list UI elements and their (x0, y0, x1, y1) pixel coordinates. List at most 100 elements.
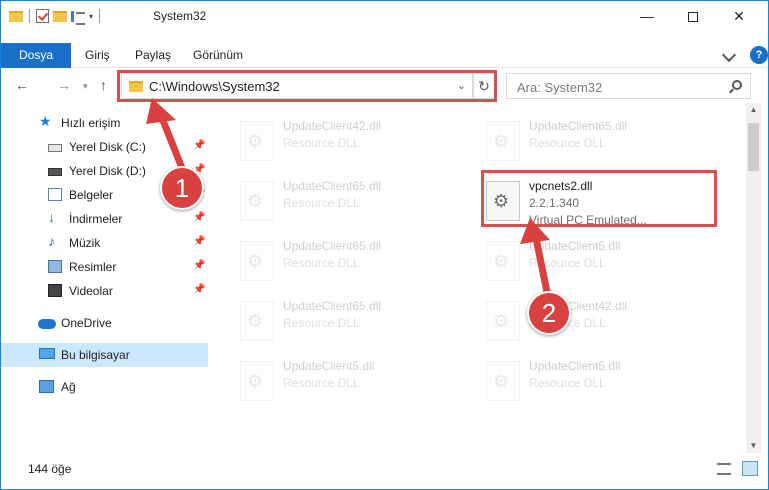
pin-icon: 📌 (193, 212, 206, 223)
pin-icon: 📌 (193, 236, 206, 247)
tab-view[interactable]: Görünüm (193, 43, 243, 68)
file-name: UpdateClient5.dll (529, 359, 621, 373)
sidebar-item-label: Ağ (61, 380, 76, 394)
close-button[interactable]: ✕ (716, 1, 762, 31)
pin-icon: 📌 (193, 284, 206, 295)
sidebar-item-label: Belgeler (69, 188, 114, 202)
scroll-down-icon[interactable]: ▼ (746, 439, 761, 453)
file-tile[interactable]: UpdateClient5.dll Resource DLL (212, 351, 457, 409)
file-name: UpdateClient42.dll (283, 119, 382, 133)
window-title: System32 (153, 9, 207, 23)
onedrive-icon (38, 319, 56, 329)
file-tile[interactable]: UpdateClient42.dll Resource DLL (212, 111, 457, 169)
file-highlight (481, 170, 717, 227)
sidebar-item-downloads[interactable]: ↓ İndirmeler 📌 (1, 207, 208, 231)
properties-icon[interactable] (71, 10, 85, 25)
file-name: UpdateClient65.dll (283, 299, 382, 313)
search-box[interactable]: Ara: System32 (506, 73, 751, 99)
folder-icon (9, 10, 23, 22)
tab-share[interactable]: Paylaş (135, 43, 171, 68)
scroll-up-icon[interactable]: ▲ (746, 103, 761, 117)
file-type: Resource DLL (283, 316, 360, 330)
maximize-icon (688, 12, 698, 23)
dll-file-icon (486, 301, 520, 341)
help-button[interactable]: ? (750, 46, 768, 64)
forward-button[interactable]: → (57, 77, 71, 93)
video-icon (48, 284, 62, 297)
dll-file-icon (240, 361, 274, 401)
sidebar-item-local-disk-c[interactable]: Yerel Disk (C:) 📌 (1, 135, 208, 159)
sidebar-item-label: Müzik (69, 236, 101, 250)
back-button[interactable]: ← (15, 77, 29, 93)
documents-icon (48, 188, 62, 201)
file-tile[interactable]: UpdateClient65.dll Resource DLL (212, 171, 457, 229)
file-tile[interactable]: UpdateClient5.dll Resource DLL (458, 351, 703, 409)
sidebar-item-label: Yerel Disk (C:) (69, 140, 146, 154)
sidebar-item-quick-access[interactable]: ★ Hızlı erişim (1, 111, 208, 135)
star-icon: ★ (39, 113, 52, 129)
up-button[interactable]: ↑ (100, 77, 107, 93)
file-type: Resource DLL (529, 256, 606, 270)
sidebar-item-label: OneDrive (61, 316, 112, 330)
status-bar: 144 öğe (1, 457, 768, 489)
tab-file[interactable]: Dosya (1, 43, 71, 68)
sidebar-item-label: Hızlı erişim (61, 116, 121, 130)
file-name: UpdateClient65.dll (529, 119, 628, 133)
ribbon-tabs: Dosya Giriş Paylaş Görünüm ? (1, 43, 768, 68)
file-type: Resource DLL (283, 196, 360, 210)
properties-check-icon[interactable] (36, 9, 49, 23)
tab-home[interactable]: Giriş (85, 43, 110, 68)
file-tile[interactable]: UpdateClient65.dll Resource DLL (458, 111, 703, 169)
sidebar-item-videos[interactable]: Videolar 📌 (1, 279, 208, 303)
file-name: UpdateClient65.dll (283, 239, 382, 253)
sidebar-item-onedrive[interactable]: OneDrive (1, 311, 208, 335)
recent-locations-button[interactable]: ▾ (83, 81, 88, 92)
pictures-icon (48, 260, 62, 273)
sidebar-item-pictures[interactable]: Resimler 📌 (1, 255, 208, 279)
pc-icon (39, 348, 55, 359)
sidebar-item-this-pc[interactable]: Bu bilgisayar (1, 343, 208, 367)
quick-access-toolbar: ▾ (9, 8, 102, 25)
address-bar-highlight (117, 70, 497, 102)
pin-icon: 📌 (193, 140, 206, 151)
sidebar-item-label: Resimler (69, 260, 117, 274)
file-tile[interactable]: UpdateClient5.dll Resource DLL (458, 231, 703, 289)
search-input[interactable]: Ara: System32 (517, 80, 602, 95)
file-name: UpdateClient65.dll (283, 179, 382, 193)
pin-icon: 📌 (193, 260, 206, 271)
customize-toolbar-chevron-icon[interactable]: ▾ (89, 12, 93, 21)
sidebar-item-label: Bu bilgisayar (61, 348, 130, 362)
file-type: Resource DLL (283, 256, 360, 270)
expand-ribbon-icon[interactable] (721, 47, 737, 63)
details-view-icon[interactable] (717, 463, 731, 475)
scrollbar-thumb[interactable] (748, 123, 759, 171)
file-tile[interactable]: UpdateClient65.dll Resource DLL (212, 231, 457, 289)
file-tile[interactable]: UpdateClient42.dll Resource DLL (458, 291, 703, 349)
sidebar-item-network[interactable]: Ağ (1, 375, 208, 399)
dll-file-icon (240, 121, 274, 161)
vertical-scrollbar[interactable]: ▲ ▼ (746, 103, 761, 453)
sidebar-item-label: Videolar (69, 284, 113, 298)
download-icon: ↓ (48, 209, 55, 225)
tiles-view-icon[interactable] (742, 461, 758, 476)
file-type: Resource DLL (283, 136, 360, 150)
sidebar-item-label: Yerel Disk (D:) (69, 164, 146, 178)
title-bar: ▾ System32 — ✕ (1, 1, 768, 31)
file-type: Resource DLL (529, 136, 606, 150)
dll-file-icon (486, 361, 520, 401)
navigation-pane: ★ Hızlı erişim Yerel Disk (C:) 📌 Yerel D… (1, 109, 211, 454)
dll-file-icon (240, 181, 274, 221)
maximize-button[interactable] (670, 1, 716, 31)
music-icon: ♪ (48, 233, 55, 249)
file-tile[interactable]: UpdateClient65.dll Resource DLL (212, 291, 457, 349)
minimize-button[interactable]: — (624, 1, 670, 31)
dll-file-icon (486, 121, 520, 161)
new-folder-icon[interactable] (53, 10, 67, 22)
sidebar-item-music[interactable]: ♪ Müzik 📌 (1, 231, 208, 255)
file-list: UpdateClient42.dll Resource DLL UpdateCl… (212, 103, 744, 453)
item-count: 144 öğe (28, 462, 72, 476)
search-icon[interactable] (732, 80, 742, 90)
file-name: UpdateClient5.dll (529, 239, 621, 253)
toolbar-separator (99, 9, 101, 23)
step-marker-2: 2 (527, 291, 571, 335)
